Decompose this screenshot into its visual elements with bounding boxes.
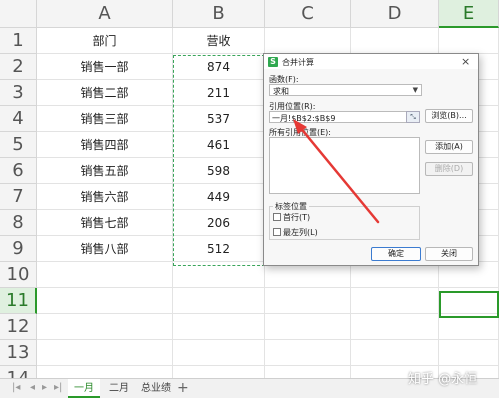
- cell-a13[interactable]: [37, 340, 173, 366]
- cell-b7[interactable]: 449: [173, 184, 265, 210]
- row-header-9[interactable]: 9: [0, 236, 37, 262]
- left-column-checkbox[interactable]: [273, 228, 281, 236]
- first-row-checkbox[interactable]: [273, 213, 281, 221]
- first-row-label: 首行(T): [283, 213, 311, 222]
- label-position-title: 标签位置: [273, 201, 309, 212]
- row-header-2[interactable]: 2: [0, 54, 37, 80]
- row-header-12[interactable]: 12: [0, 314, 37, 340]
- cell-a10[interactable]: [37, 262, 173, 288]
- column-header-e[interactable]: E: [439, 0, 499, 28]
- function-value: 求和: [273, 87, 289, 96]
- cell-c13[interactable]: [265, 340, 351, 366]
- cell-b1[interactable]: 营收: [173, 28, 265, 54]
- row-header-5[interactable]: 5: [0, 132, 37, 158]
- cell-a3[interactable]: 销售二部: [37, 80, 173, 106]
- cell-b9[interactable]: 512: [173, 236, 265, 262]
- cell-b6[interactable]: 598: [173, 158, 265, 184]
- cell-e13[interactable]: [439, 340, 499, 366]
- column-header-d[interactable]: D: [351, 0, 439, 28]
- all-references-list[interactable]: [269, 137, 420, 194]
- column-header-a[interactable]: A: [37, 0, 173, 28]
- left-column-label: 最左列(L): [283, 228, 318, 237]
- row-header-11[interactable]: 11: [0, 288, 37, 314]
- cell-b2[interactable]: 874: [173, 54, 265, 80]
- row-header-1[interactable]: 1: [0, 28, 37, 54]
- next-sheet-icon[interactable]: ▸: [42, 382, 47, 393]
- ok-button[interactable]: 确定: [371, 247, 421, 261]
- cell-d13[interactable]: [351, 340, 439, 366]
- left-column-option[interactable]: 最左列(L): [273, 227, 318, 238]
- reference-value: 一月!$B$2:$B$9: [272, 114, 336, 123]
- cell-a7[interactable]: 销售六部: [37, 184, 173, 210]
- cell-a1[interactable]: 部门: [37, 28, 173, 54]
- column-header-c[interactable]: C: [265, 0, 351, 28]
- select-all-corner[interactable]: [0, 0, 37, 28]
- range-picker-icon[interactable]: ⤡: [406, 111, 420, 123]
- cell-d12[interactable]: [351, 314, 439, 340]
- dialog-titlebar[interactable]: S 合并计算 ×: [264, 54, 478, 69]
- sheet-tab-january[interactable]: 一月: [68, 379, 100, 398]
- column-header-b[interactable]: B: [173, 0, 265, 28]
- cell-a2[interactable]: 销售一部: [37, 54, 173, 80]
- row-header-13[interactable]: 13: [0, 340, 37, 366]
- close-icon[interactable]: ×: [461, 55, 470, 68]
- row-header-4[interactable]: 4: [0, 106, 37, 132]
- cell-b4[interactable]: 537: [173, 106, 265, 132]
- cell-b3[interactable]: 211: [173, 80, 265, 106]
- cell-e1[interactable]: [439, 28, 499, 54]
- dialog-title: 合并计算: [282, 58, 314, 67]
- first-row-option[interactable]: 首行(T): [273, 212, 310, 223]
- sheet-tab-february[interactable]: 二月: [104, 379, 134, 398]
- cell-a9[interactable]: 销售八部: [37, 236, 173, 262]
- consolidate-dialog: S 合并计算 × 函数(F): 求和 ▼ 引用位置(R): 一月!$B$2:$B…: [263, 53, 479, 266]
- cell-c1[interactable]: [265, 28, 351, 54]
- app-logo-icon: S: [268, 57, 278, 67]
- cell-c11[interactable]: [265, 288, 351, 314]
- cell-a8[interactable]: 销售七部: [37, 210, 173, 236]
- chevron-down-icon: ▼: [412, 86, 418, 94]
- row-header-8[interactable]: 8: [0, 210, 37, 236]
- sheet-tab-total[interactable]: 总业绩: [138, 379, 174, 398]
- delete-button[interactable]: 删除(D): [425, 162, 473, 176]
- watermark: 知乎 @永恒: [408, 372, 478, 387]
- cell-a4[interactable]: 销售三部: [37, 106, 173, 132]
- first-sheet-icon[interactable]: |◂: [12, 382, 20, 393]
- row-header-7[interactable]: 7: [0, 184, 37, 210]
- cell-a6[interactable]: 销售五部: [37, 158, 173, 184]
- function-select[interactable]: 求和 ▼: [269, 84, 422, 96]
- cell-b5[interactable]: 461: [173, 132, 265, 158]
- cell-b8[interactable]: 206: [173, 210, 265, 236]
- row-header-3[interactable]: 3: [0, 80, 37, 106]
- cell-a5[interactable]: 销售四部: [37, 132, 173, 158]
- cell-a12[interactable]: [37, 314, 173, 340]
- cell-d1[interactable]: [351, 28, 439, 54]
- close-button[interactable]: 关闭: [425, 247, 473, 261]
- cell-e12[interactable]: [439, 314, 499, 340]
- cell-c12[interactable]: [265, 314, 351, 340]
- cell-a11[interactable]: [37, 288, 173, 314]
- row-header-10[interactable]: 10: [0, 262, 37, 288]
- cell-e11[interactable]: [439, 288, 499, 314]
- last-sheet-icon[interactable]: ▸|: [54, 382, 62, 393]
- cell-b12[interactable]: [173, 314, 265, 340]
- prev-sheet-icon[interactable]: ◂: [30, 382, 35, 393]
- cell-b10[interactable]: [173, 262, 265, 288]
- cell-d11[interactable]: [351, 288, 439, 314]
- add-button[interactable]: 添加(A): [425, 140, 473, 154]
- row-header-6[interactable]: 6: [0, 158, 37, 184]
- reference-input[interactable]: 一月!$B$2:$B$9: [269, 111, 409, 123]
- browse-button[interactable]: 浏览(B)...: [425, 109, 473, 123]
- cell-b11[interactable]: [173, 288, 265, 314]
- add-sheet-button[interactable]: +: [177, 379, 189, 397]
- cell-b13[interactable]: [173, 340, 265, 366]
